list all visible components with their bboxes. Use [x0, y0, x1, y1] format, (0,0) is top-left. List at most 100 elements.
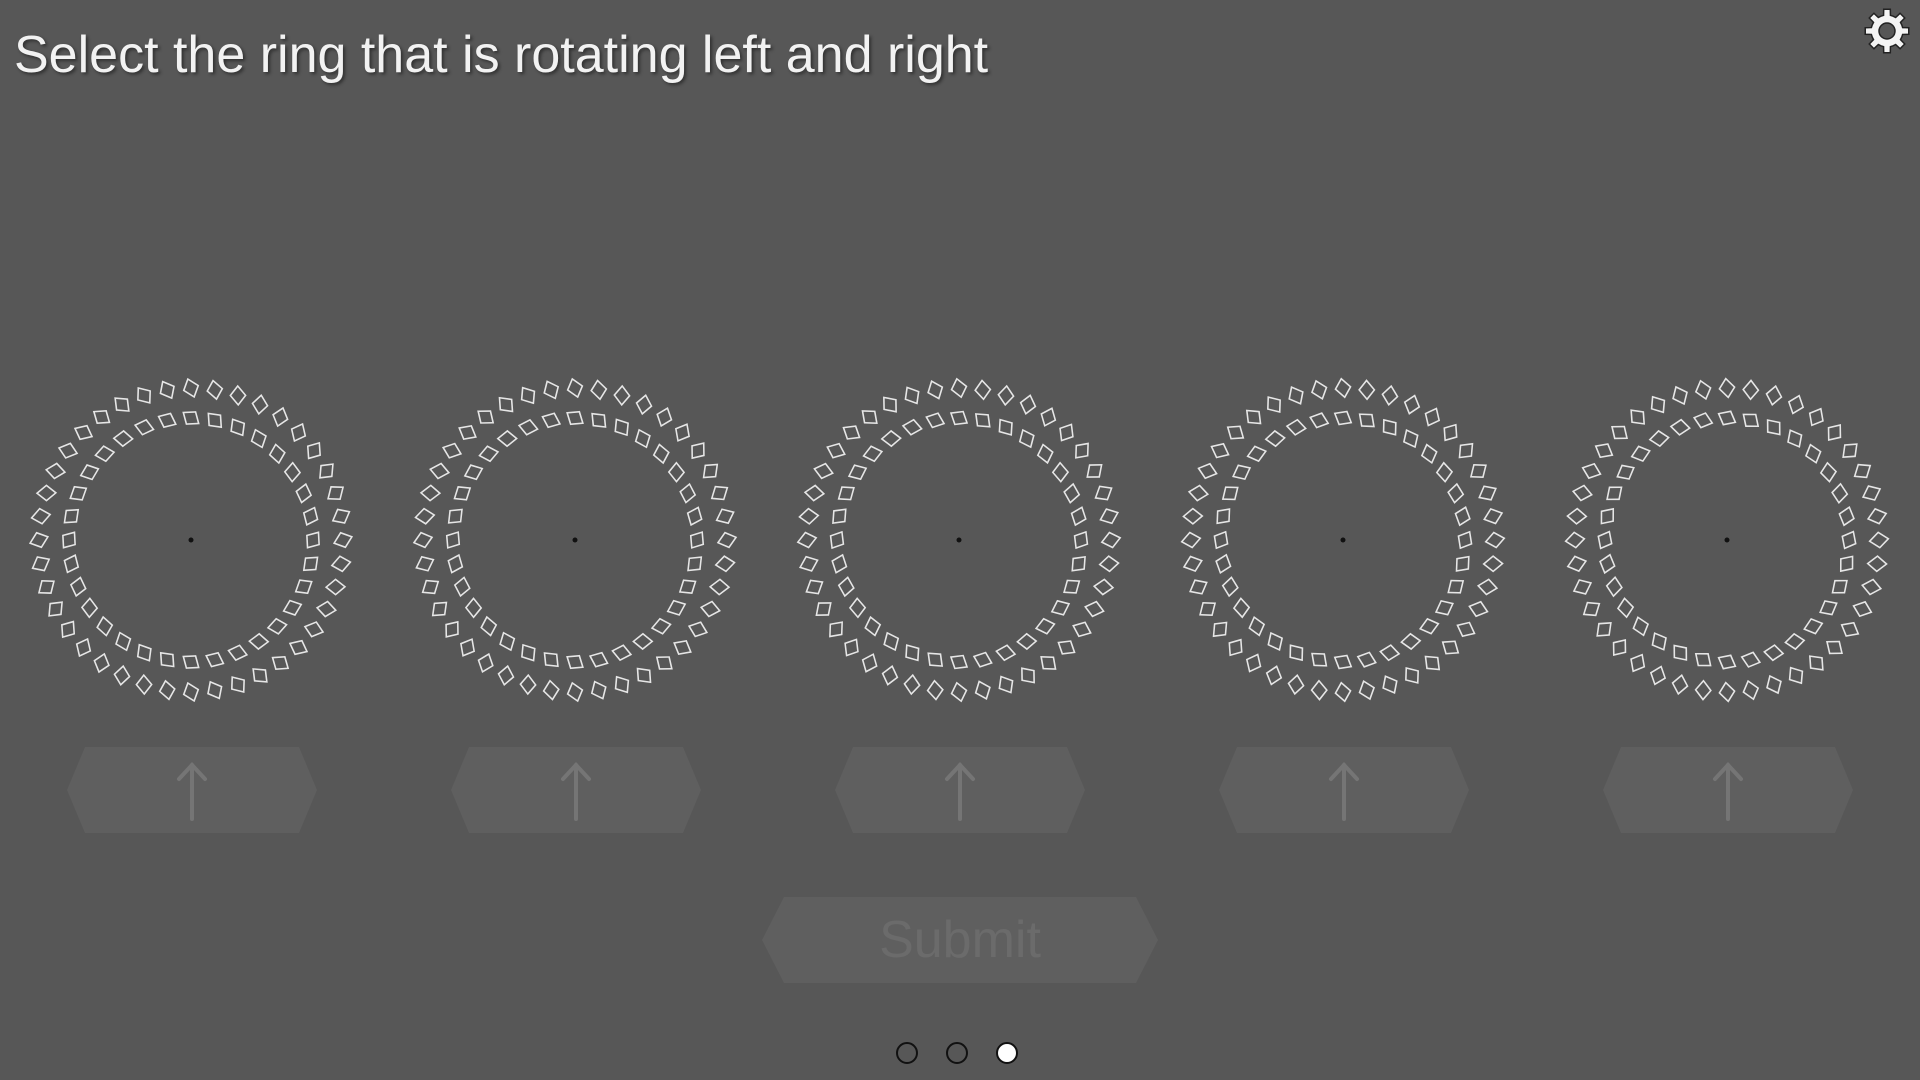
ring-square — [182, 411, 200, 425]
ring-option-3[interactable] — [789, 370, 1129, 710]
ring-square — [453, 486, 472, 501]
ring-square — [207, 680, 223, 700]
ring-square — [1418, 617, 1440, 635]
ring-square — [268, 443, 286, 465]
ring-square — [1611, 425, 1629, 440]
ring-square — [1050, 599, 1071, 616]
ring-square — [1402, 429, 1419, 449]
ring-square — [1632, 616, 1650, 637]
ring-square — [1180, 531, 1202, 549]
ring-square — [294, 579, 313, 595]
ring-square — [327, 486, 345, 501]
ring-graphic — [1564, 377, 1890, 703]
ring-option-4[interactable] — [1173, 370, 1513, 710]
ring-square — [655, 656, 673, 670]
ring-square — [460, 638, 476, 657]
ring-square — [283, 461, 302, 483]
select-ring-2-button[interactable] — [451, 747, 701, 833]
ring-option-2[interactable] — [405, 370, 745, 710]
ring-square — [1718, 681, 1736, 703]
ring-square — [1333, 410, 1353, 426]
ring-option-1[interactable] — [21, 370, 361, 710]
ring-square — [1358, 413, 1375, 428]
ring-square — [1382, 418, 1397, 436]
up-arrow-icon — [451, 747, 701, 833]
ring-square — [1868, 531, 1890, 549]
ring-square — [1630, 653, 1646, 673]
ring-square — [803, 484, 826, 502]
ring-square — [251, 393, 269, 416]
ring-graphic — [412, 377, 738, 703]
ring-square — [1246, 445, 1268, 463]
submit-button[interactable]: Submit — [762, 897, 1158, 983]
ring-square — [1650, 395, 1666, 414]
ring-square — [998, 418, 1013, 436]
ring-square — [458, 425, 477, 441]
ring-square — [1766, 419, 1781, 436]
ring-square — [678, 579, 697, 594]
select-ring-5-button[interactable] — [1603, 747, 1853, 833]
ring-square — [1073, 530, 1089, 550]
ring-square — [1469, 464, 1487, 478]
ring-square — [901, 418, 923, 436]
ring-square — [1070, 506, 1087, 527]
page-dot-1[interactable] — [896, 1042, 918, 1064]
ring-square — [1571, 484, 1593, 502]
ring-square — [75, 637, 92, 658]
ring-square — [1455, 555, 1470, 572]
ring-square — [904, 386, 920, 405]
ring-square — [1616, 597, 1635, 619]
ring-square — [1228, 638, 1243, 657]
ring-square — [1694, 679, 1712, 701]
ring-graphic — [796, 377, 1122, 703]
ring-square — [1787, 429, 1803, 448]
ring-square — [330, 555, 352, 573]
ring-square — [113, 664, 131, 687]
ring-square — [1197, 462, 1218, 480]
page-dot-3[interactable] — [996, 1042, 1018, 1064]
ring-square — [272, 406, 289, 428]
ring-square — [708, 578, 731, 596]
ring-square — [412, 531, 434, 549]
ring-square — [319, 463, 334, 479]
ring-square — [1600, 507, 1615, 525]
ring-square — [590, 680, 607, 700]
ring-square — [1572, 579, 1593, 595]
ring-square — [861, 653, 878, 673]
select-ring-4-button[interactable] — [1219, 747, 1469, 833]
ring-square — [303, 621, 325, 638]
page-dot-2[interactable] — [946, 1042, 968, 1064]
ring-square — [1334, 377, 1352, 399]
ring-square — [1356, 651, 1377, 668]
select-ring-1-button[interactable] — [67, 747, 317, 833]
ring-center-dot — [572, 537, 578, 543]
ring-square — [499, 631, 516, 652]
ring-square — [1358, 379, 1376, 401]
ring-square — [611, 644, 633, 662]
ring-square — [1287, 673, 1305, 696]
ring-square — [302, 556, 319, 572]
select-ring-3-button[interactable] — [835, 747, 1085, 833]
ring-square — [1803, 617, 1824, 635]
ring-square — [974, 413, 991, 428]
ring-square — [842, 425, 861, 440]
ring-option-5[interactable] — [1557, 370, 1897, 710]
captcha-stage: Select the ring that is rotating left an… — [0, 0, 1920, 1080]
ring-square — [925, 412, 946, 429]
ring-square — [1564, 531, 1586, 549]
ring-square — [566, 681, 584, 703]
ring-square — [1566, 555, 1588, 573]
ring-square — [1808, 407, 1824, 427]
rings-row — [0, 370, 1920, 720]
ring-square — [1443, 423, 1458, 442]
settings-button[interactable] — [1862, 6, 1912, 56]
ring-square — [1063, 579, 1081, 594]
ring-square — [636, 667, 652, 684]
ring-square — [652, 443, 670, 465]
ring-square — [159, 651, 175, 668]
ring-square — [798, 555, 819, 572]
ring-square — [588, 651, 609, 668]
ring-square — [1267, 631, 1284, 651]
ring-square — [1019, 394, 1037, 415]
ring-square — [1671, 674, 1689, 696]
